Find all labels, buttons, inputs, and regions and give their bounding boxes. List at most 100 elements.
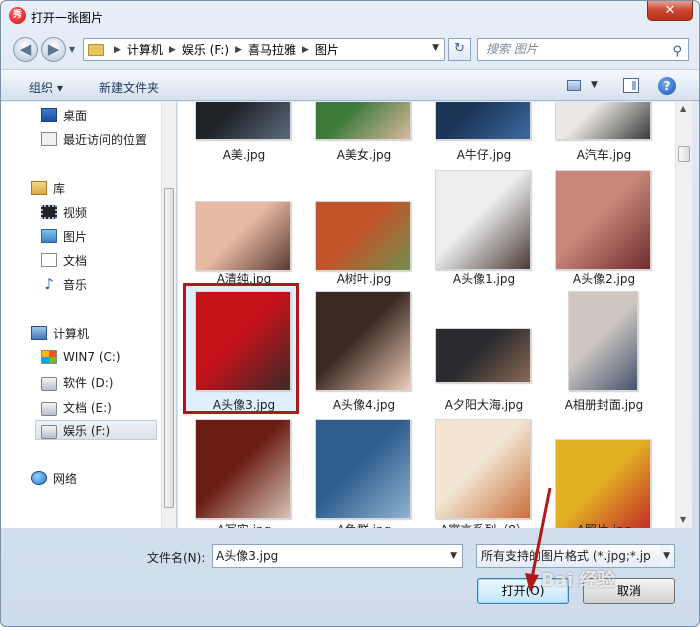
- file-name[interactable]: A鱼群.jpg: [304, 521, 424, 528]
- breadcrumb-pictures[interactable]: 图片: [315, 41, 339, 58]
- file-name[interactable]: A头像1.jpg: [424, 270, 544, 287]
- back-button[interactable]: ◀: [13, 37, 38, 62]
- filename-input[interactable]: A头像3.jpg ▼: [212, 544, 463, 568]
- network-icon: [31, 471, 47, 485]
- file-thumbnail[interactable]: [315, 419, 411, 519]
- file-thumbnail[interactable]: [195, 201, 291, 271]
- file-type-dropdown-icon[interactable]: ▼: [660, 545, 670, 567]
- file-name[interactable]: A寓言系列（8）: [424, 521, 544, 528]
- file-name[interactable]: A清纯.jpg: [184, 270, 304, 287]
- desktop-icon: [41, 108, 57, 122]
- breadcrumb-separator-icon[interactable]: ▶: [235, 45, 242, 55]
- breadcrumb-himalaya[interactable]: 喜马拉雅: [248, 41, 296, 58]
- search-input[interactable]: 搜索 图片 ⚲: [477, 38, 689, 61]
- file-type-select[interactable]: 所有支持的图片格式 (*.jpg;*.jp ▼: [476, 544, 675, 568]
- filename-dropdown-icon[interactable]: ▼: [450, 545, 457, 567]
- sidebar-item-videos[interactable]: 视频: [41, 202, 87, 222]
- file-list-scrollbar-thumb[interactable]: [678, 146, 690, 162]
- navigation-bar: ◀ ▶ ▼ ▶ 计算机 ▶ 娱乐 (F:) ▶ 喜马拉雅 ▶ 图片 ▼ ↻ 搜索…: [1, 33, 699, 65]
- file-list-scrollbar[interactable]: ▲ ▼: [675, 102, 692, 528]
- filename-value: A头像3.jpg: [216, 549, 279, 563]
- sidebar-item-documents[interactable]: 文档: [41, 250, 87, 270]
- file-thumbnail[interactable]: [195, 419, 291, 519]
- help-icon[interactable]: ?: [658, 77, 676, 95]
- forward-button[interactable]: ▶: [41, 37, 66, 62]
- file-thumbnail[interactable]: [435, 419, 531, 519]
- sidebar-item-label: 音乐: [63, 277, 88, 292]
- sidebar-item-label: 计算机: [53, 326, 90, 341]
- file-thumbnail[interactable]: [435, 170, 531, 270]
- sidebar-item-label: 娱乐 (F:): [63, 423, 111, 438]
- breadcrumb-separator-icon[interactable]: ▶: [169, 45, 176, 55]
- sidebar-item-computer[interactable]: 计算机: [31, 323, 89, 343]
- view-dropdown-icon[interactable]: ▼: [591, 80, 598, 90]
- file-thumbnail[interactable]: [555, 439, 651, 528]
- file-name[interactable]: A树叶.jpg: [304, 270, 424, 287]
- new-folder-button[interactable]: 新建文件夹: [99, 79, 159, 96]
- sidebar-scrollbar-thumb[interactable]: [164, 188, 174, 508]
- sidebar-item-desktop[interactable]: 桌面: [41, 105, 87, 125]
- close-button[interactable]: ✕: [647, 1, 693, 21]
- sidebar-item-label: 图片: [63, 229, 88, 244]
- file-name[interactable]: A头像3.jpg: [184, 396, 304, 413]
- file-name[interactable]: A写实.jpg: [184, 521, 304, 528]
- file-name[interactable]: A美.jpg: [184, 146, 304, 163]
- library-icon: [31, 181, 47, 195]
- file-name[interactable]: A夕阳大海.jpg: [424, 396, 544, 413]
- sidebar-item-pictures[interactable]: 图片: [41, 226, 87, 246]
- file-name[interactable]: A照片.jpg: [544, 521, 664, 528]
- app-logo-icon: 秀: [9, 7, 26, 24]
- sidebar-item-network[interactable]: 网络: [31, 468, 77, 488]
- pictures-icon: [41, 229, 57, 243]
- sidebar-item-drive-e[interactable]: 文档 (E:): [41, 397, 112, 417]
- file-thumbnail[interactable]: [555, 170, 651, 270]
- sidebar-item-label: 库: [53, 181, 66, 196]
- file-thumbnail[interactable]: [315, 201, 411, 271]
- file-thumbnail[interactable]: [435, 328, 531, 383]
- windows-drive-icon: [41, 350, 57, 364]
- breadcrumb-separator-icon[interactable]: ▶: [302, 45, 309, 55]
- refresh-button[interactable]: ↻: [448, 38, 471, 61]
- video-icon: [41, 205, 57, 219]
- recent-locations-dropdown-icon[interactable]: ▼: [69, 45, 75, 54]
- sidebar-item-recent-places[interactable]: 最近访问的位置: [41, 129, 147, 149]
- folder-icon: [88, 43, 104, 56]
- sidebar-item-drive-c[interactable]: WIN7 (C:): [41, 347, 121, 367]
- sidebar-item-label: WIN7 (C:): [63, 350, 121, 364]
- breadcrumb-computer[interactable]: 计算机: [127, 41, 163, 58]
- file-thumbnail[interactable]: [195, 102, 291, 140]
- file-thumbnail[interactable]: [195, 291, 291, 391]
- search-icon[interactable]: ⚲: [672, 41, 682, 62]
- file-name[interactable]: A头像4.jpg: [304, 396, 424, 413]
- scroll-up-icon[interactable]: ▲: [680, 104, 686, 113]
- preview-pane-icon[interactable]: [623, 78, 639, 93]
- breadcrumb-separator-icon[interactable]: ▶: [114, 45, 121, 55]
- address-bar[interactable]: ▶ 计算机 ▶ 娱乐 (F:) ▶ 喜马拉雅 ▶ 图片 ▼: [83, 38, 445, 61]
- scroll-down-icon[interactable]: ▼: [680, 515, 686, 524]
- sidebar-item-libraries[interactable]: 库: [31, 178, 65, 198]
- file-thumbnail[interactable]: [555, 102, 651, 140]
- file-name[interactable]: A汽车.jpg: [544, 146, 664, 163]
- breadcrumb-drive-f[interactable]: 娱乐 (F:): [182, 41, 229, 58]
- sidebar-item-drive-d[interactable]: 软件 (D:): [41, 372, 113, 392]
- file-thumbnail[interactable]: [315, 102, 411, 140]
- file-name[interactable]: A相册封面.jpg: [544, 396, 664, 413]
- computer-icon: [31, 326, 47, 340]
- sidebar-item-drive-f[interactable]: 娱乐 (F:): [35, 420, 157, 440]
- sidebar-item-label: 桌面: [63, 108, 88, 123]
- file-thumbnail[interactable]: [315, 291, 411, 391]
- change-view-icon[interactable]: [567, 80, 581, 91]
- file-name[interactable]: A牛仔.jpg: [424, 146, 544, 163]
- sidebar-scrollbar[interactable]: [161, 102, 176, 528]
- drive-icon: [41, 376, 57, 391]
- file-thumbnail[interactable]: [568, 291, 638, 391]
- file-type-value: 所有支持的图片格式 (*.jpg;*.jp: [481, 549, 651, 563]
- documents-icon: [41, 253, 57, 267]
- organize-menu-button[interactable]: 组织 ▾: [29, 79, 63, 96]
- sidebar-item-music[interactable]: ♪ 音乐: [41, 274, 87, 294]
- address-dropdown-icon[interactable]: ▼: [432, 43, 439, 53]
- file-name[interactable]: A美女.jpg: [304, 146, 424, 163]
- file-thumbnail[interactable]: [435, 102, 531, 140]
- file-name[interactable]: A头像2.jpg: [544, 270, 664, 287]
- open-image-dialog: 秀 打开一张图片 ✕ ◀ ▶ ▼ ▶ 计算机 ▶ 娱乐 (F:) ▶ 喜马拉雅 …: [0, 0, 700, 627]
